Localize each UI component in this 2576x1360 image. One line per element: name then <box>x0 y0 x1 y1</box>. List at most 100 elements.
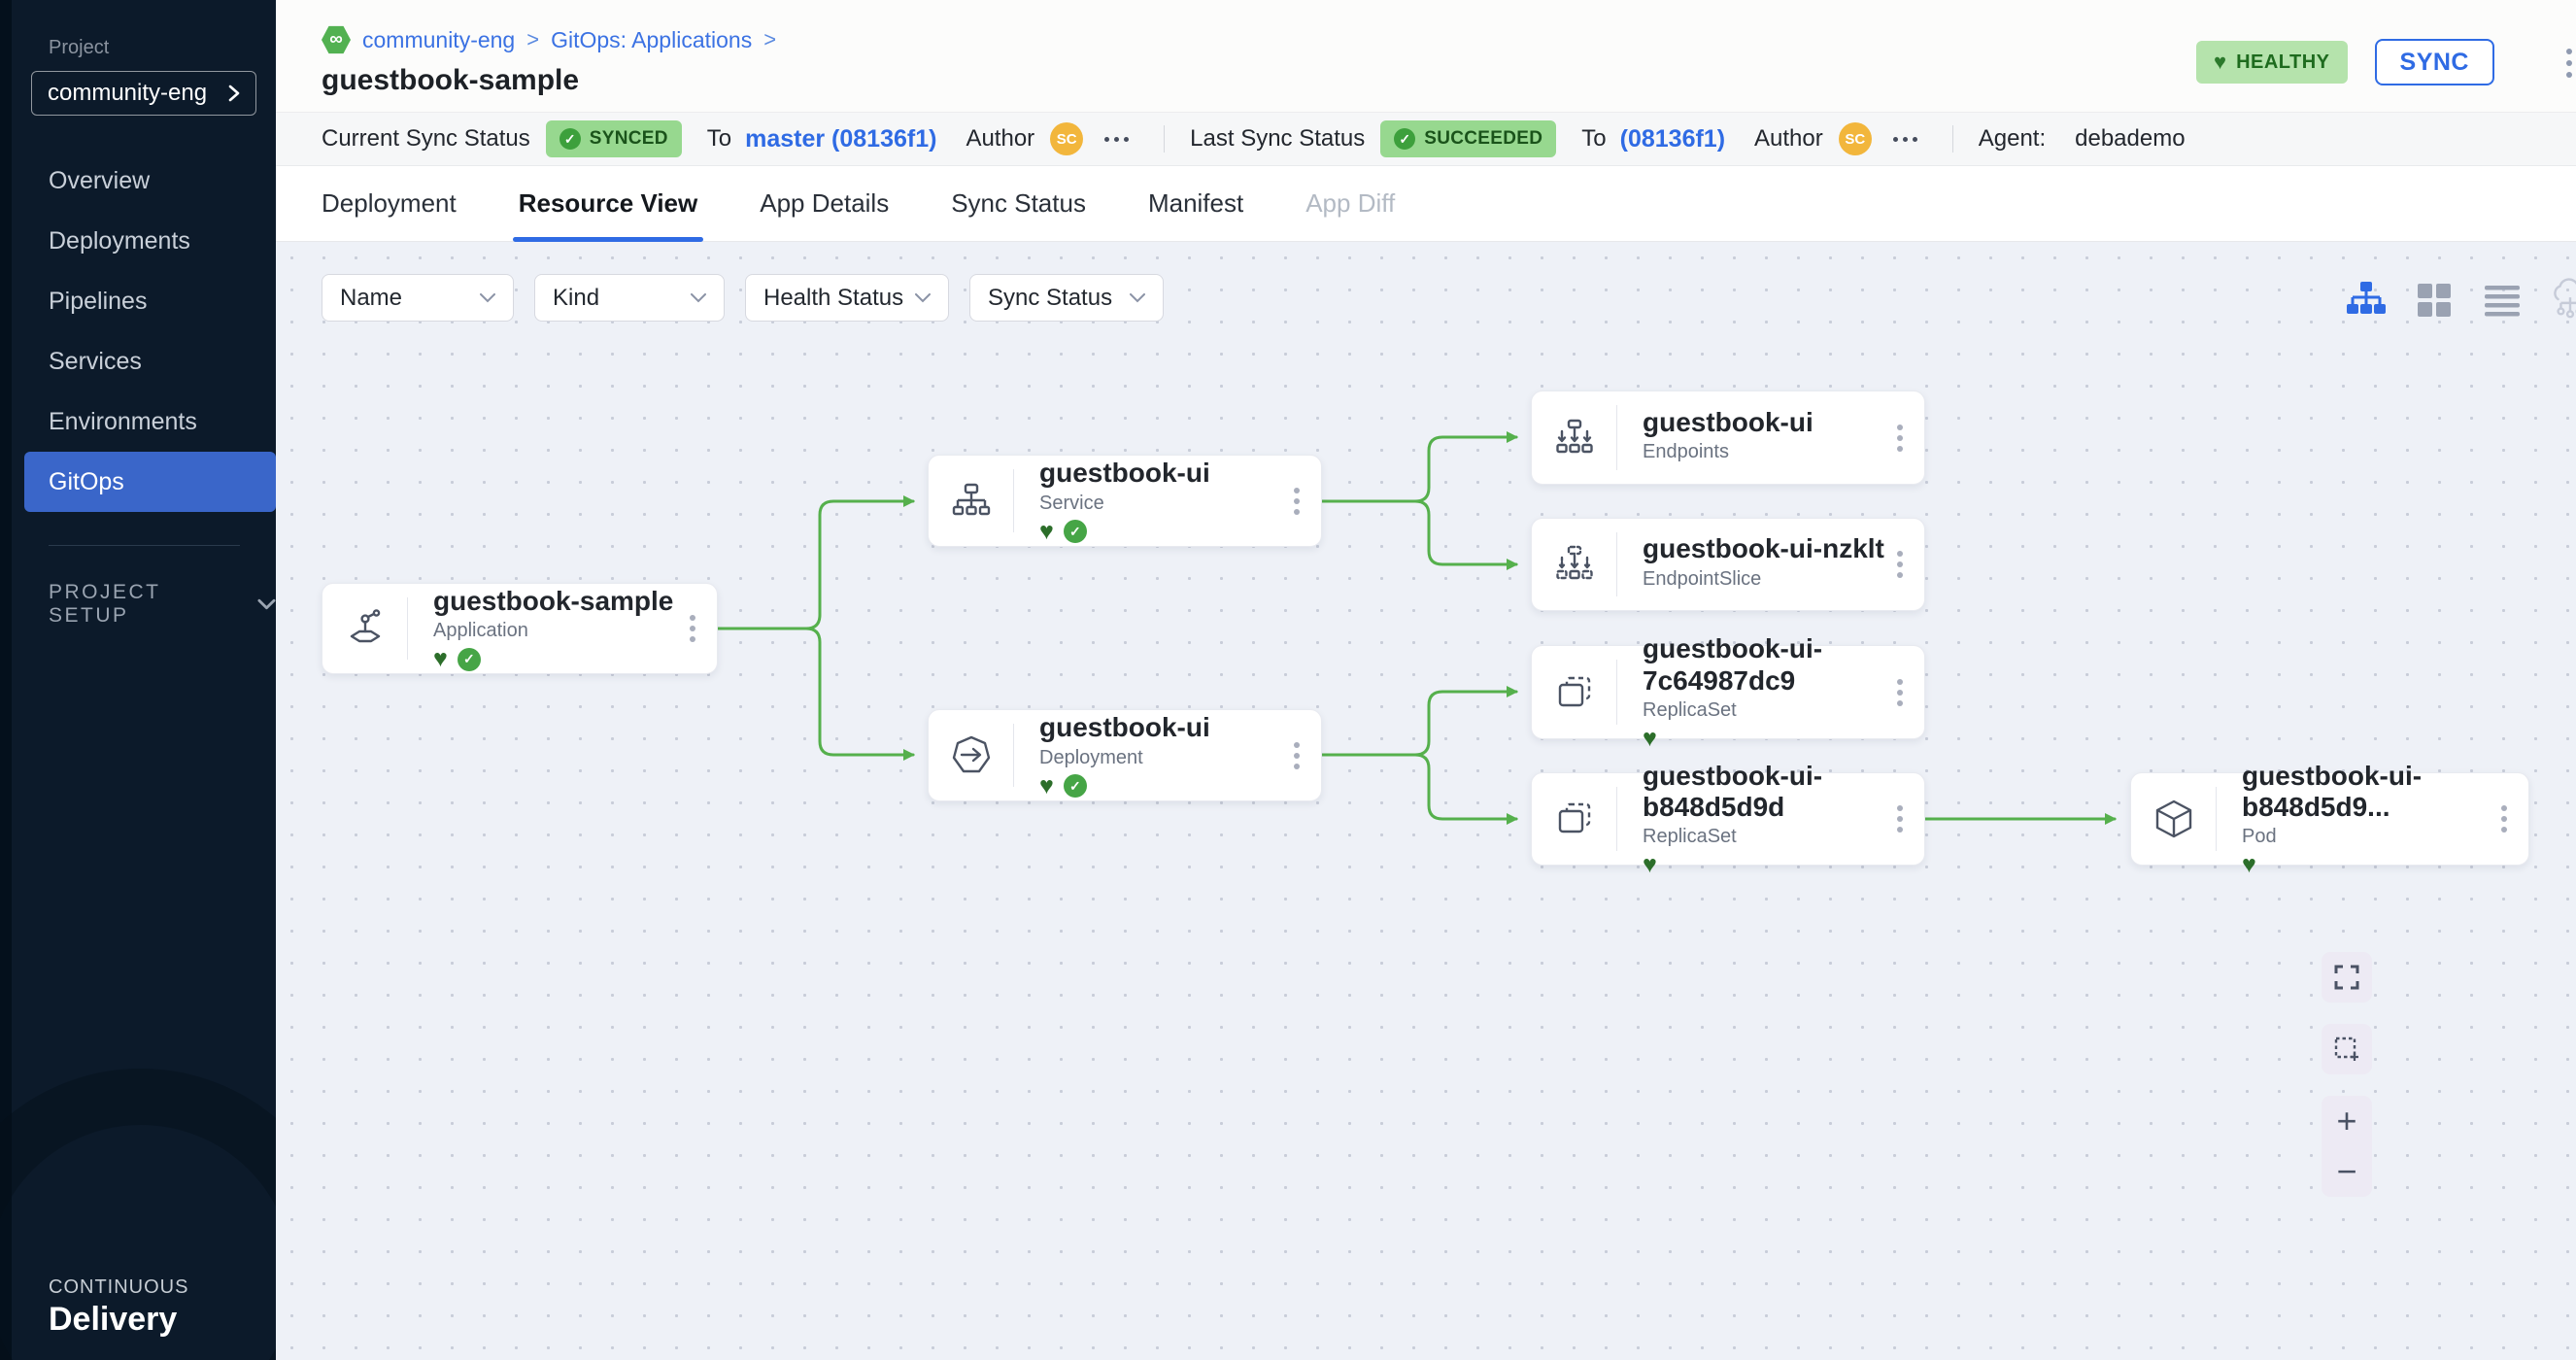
node-kind: Endpoints <box>1643 441 1924 463</box>
app-tabs: Deployment Resource View App Details Syn… <box>276 166 2576 242</box>
node-menu-kebab-icon[interactable] <box>1891 799 1909 838</box>
page-header: ∞ community-eng > GitOps: Applications >… <box>276 0 2576 112</box>
commit-message-ellipsis[interactable] <box>1893 137 1917 142</box>
node-kind: Deployment <box>1039 747 1321 769</box>
sidebar: Project community-eng Overview Deploymen… <box>0 0 276 1360</box>
main-content: ∞ community-eng > GitOps: Applications >… <box>276 0 2576 1360</box>
resource-node-replicaset-b848d5d9d[interactable]: guestbook-ui-b848d5d9d ReplicaSet ♥ ✓ <box>1531 772 1925 866</box>
endpointslice-icon <box>1551 541 1598 588</box>
resource-node-deployment[interactable]: guestbook-ui Deployment ♥ ✓ <box>928 709 1322 801</box>
endpoints-icon <box>1551 415 1598 461</box>
tree-view-icon[interactable] <box>2345 279 2388 322</box>
node-menu-kebab-icon[interactable] <box>1891 545 1909 584</box>
breadcrumb-separator: > <box>763 27 776 52</box>
author-avatar: SC <box>1839 122 1872 155</box>
project-setup-toggle[interactable]: PROJECT SETUP <box>49 581 276 628</box>
tab-deployment[interactable]: Deployment <box>322 166 457 242</box>
node-menu-kebab-icon[interactable] <box>2495 799 2513 838</box>
chevron-down-icon <box>691 293 706 303</box>
node-menu-kebab-icon[interactable] <box>1891 673 1909 712</box>
project-selector[interactable]: community-eng <box>31 71 256 116</box>
filter-sync-status-dropdown[interactable]: Sync Status <box>969 274 1164 322</box>
tab-app-details[interactable]: App Details <box>760 166 889 242</box>
filter-health-status-dropdown[interactable]: Health Status <box>745 274 949 322</box>
node-name: guestbook-ui-7c64987dc9 <box>1643 633 1924 696</box>
healthy-heart-icon: ♥ <box>1643 853 1657 877</box>
tab-app-diff[interactable]: App Diff <box>1305 166 1395 242</box>
breadcrumb-section-link[interactable]: GitOps: Applications <box>551 27 752 53</box>
resource-node-service[interactable]: guestbook-ui Service ♥ ✓ <box>928 455 1322 547</box>
check-circle-icon: ✓ <box>1394 128 1415 150</box>
filter-kind-label: Kind <box>553 285 599 312</box>
tab-resource-view[interactable]: Resource View <box>519 166 698 242</box>
resource-node-endpoints[interactable]: guestbook-ui Endpoints ♥ ✓ <box>1531 391 1925 485</box>
pod-icon <box>2151 796 2197 842</box>
resource-node-pod[interactable]: guestbook-ui-b848d5d9... Pod ♥ ✓ <box>2130 772 2529 866</box>
synced-check-icon: ✓ <box>1064 774 1087 798</box>
node-name: guestbook-ui-nzklt <box>1643 533 1924 564</box>
node-name: guestbook-ui <box>1039 712 1321 743</box>
project-setup-label: PROJECT SETUP <box>49 581 238 628</box>
project-label: Project <box>49 37 276 59</box>
node-kind: Application <box>433 620 717 642</box>
node-kind: ReplicaSet <box>1643 826 1924 848</box>
node-name: guestbook-ui-b848d5d9d <box>1643 761 1924 823</box>
synced-check-icon: ✓ <box>1064 520 1087 543</box>
health-status-badge: ♥ HEALTHY <box>2196 41 2348 84</box>
replicaset-icon <box>1551 796 1598 842</box>
fullscreen-button[interactable] <box>2322 952 2372 1003</box>
check-circle-icon: ✓ <box>559 128 581 150</box>
healthy-heart-icon: ♥ <box>1039 520 1054 544</box>
view-toggle-group <box>2345 279 2576 322</box>
list-view-icon[interactable] <box>2481 279 2524 322</box>
edge-deployment-rs2 <box>1322 755 1516 819</box>
node-menu-kebab-icon[interactable] <box>1288 736 1305 775</box>
resource-node-application[interactable]: guestbook-sample Application ♥ ✓ <box>322 583 718 674</box>
sidebar-item-gitops[interactable]: GitOps <box>24 452 276 512</box>
chevron-right-icon <box>228 85 240 102</box>
node-menu-kebab-icon[interactable] <box>684 609 701 648</box>
agent-label: Agent: <box>1979 125 2046 153</box>
node-kind: Pod <box>2242 826 2528 848</box>
last-revision-link[interactable]: (08136f1) <box>1620 125 1725 153</box>
resource-node-endpointslice[interactable]: guestbook-ui-nzklt EndpointSlice ♥ ✓ <box>1531 518 1925 611</box>
divider <box>1164 125 1165 153</box>
marquee-select-button[interactable] <box>2322 1024 2372 1074</box>
filter-name-label: Name <box>340 285 402 312</box>
divider <box>1952 125 1953 153</box>
sidebar-item-overview[interactable]: Overview <box>24 151 276 211</box>
sidebar-item-services[interactable]: Services <box>24 331 276 391</box>
sidebar-item-deployments[interactable]: Deployments <box>24 211 276 271</box>
gitops-app-icon: ∞ <box>322 25 351 54</box>
resource-graph-canvas[interactable]: Name Kind Health Status Sync Status <box>276 242 2576 1360</box>
cloud-network-view-icon[interactable] <box>2549 279 2576 322</box>
sidebar-item-pipelines[interactable]: Pipelines <box>24 271 276 331</box>
node-menu-kebab-icon[interactable] <box>1288 482 1305 521</box>
filter-kind-dropdown[interactable]: Kind <box>534 274 725 322</box>
sync-button[interactable]: SYNC <box>2375 39 2494 85</box>
health-badge-label: HEALTHY <box>2236 51 2329 74</box>
more-options-kebab-icon[interactable] <box>2566 49 2572 78</box>
current-revision-link[interactable]: master (08136f1) <box>745 125 936 153</box>
zoom-in-button[interactable]: + <box>2336 1104 2356 1139</box>
node-menu-kebab-icon[interactable] <box>1891 419 1909 458</box>
tab-manifest[interactable]: Manifest <box>1148 166 1243 242</box>
healthy-heart-icon: ♥ <box>2242 853 2256 877</box>
marquee-select-icon <box>2333 1036 2360 1063</box>
last-sync-status-label: Last Sync Status <box>1190 125 1365 153</box>
chevron-down-icon <box>915 293 931 303</box>
grid-view-icon[interactable] <box>2413 279 2456 322</box>
sidebar-nav: Overview Deployments Pipelines Services … <box>12 151 276 512</box>
healthy-heart-icon: ♥ <box>1643 727 1657 751</box>
tab-sync-status[interactable]: Sync Status <box>951 166 1086 242</box>
synced-badge: ✓ SYNCED <box>546 120 682 157</box>
zoom-out-button[interactable]: − <box>2336 1154 2356 1189</box>
sidebar-item-environments[interactable]: Environments <box>24 391 276 452</box>
resource-node-replicaset-7c64987dc9[interactable]: guestbook-ui-7c64987dc9 ReplicaSet ♥ ✓ <box>1531 645 1925 739</box>
author-avatar: SC <box>1050 122 1083 155</box>
infinity-glyph: ∞ <box>329 29 343 51</box>
breadcrumb-project-link[interactable]: community-eng <box>362 27 515 53</box>
filter-name-dropdown[interactable]: Name <box>322 274 514 322</box>
filter-health-status-label: Health Status <box>763 285 903 312</box>
commit-message-ellipsis[interactable] <box>1104 137 1129 142</box>
